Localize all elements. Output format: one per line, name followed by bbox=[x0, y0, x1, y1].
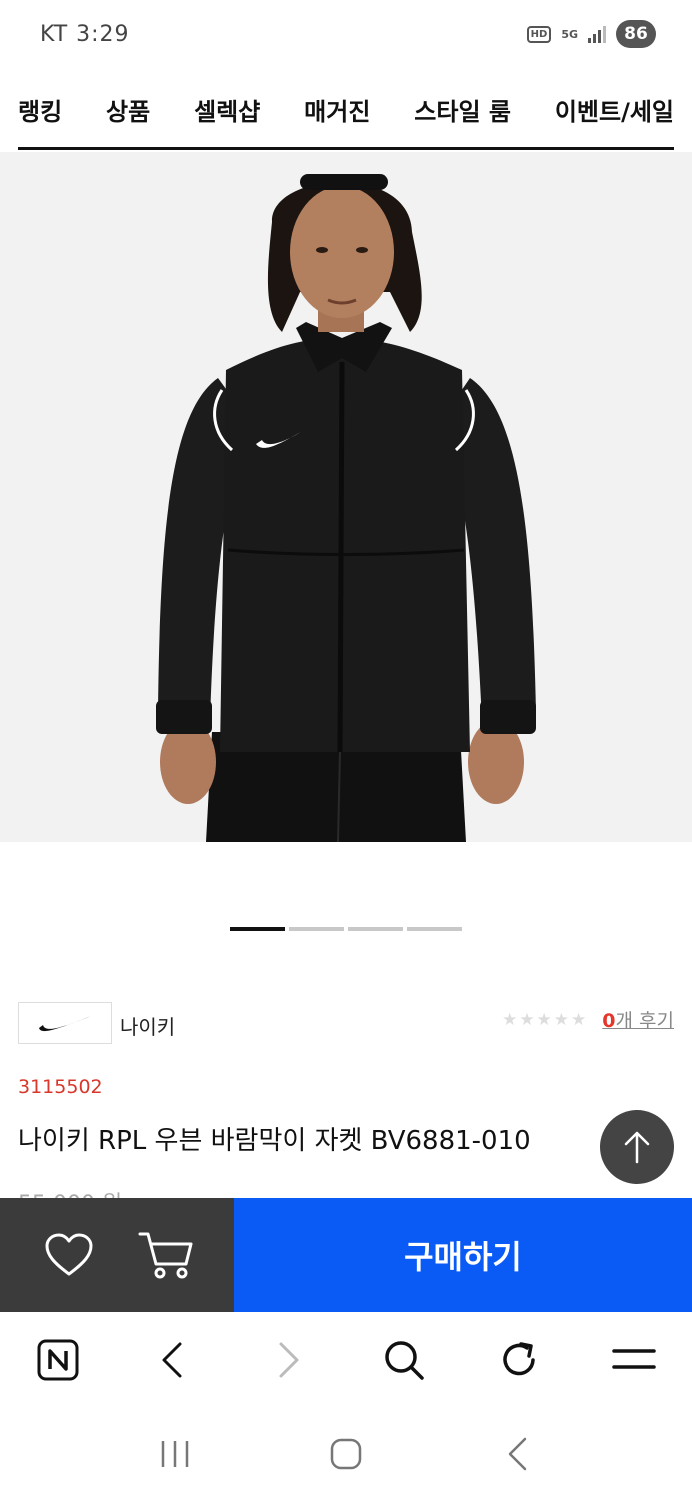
image-pager bbox=[230, 927, 462, 931]
nav-ranking[interactable]: 랭킹 bbox=[18, 92, 62, 127]
pager-dot-2[interactable] bbox=[289, 927, 344, 931]
recent-apps-icon bbox=[162, 1441, 189, 1467]
review-link[interactable]: 0개 후기 bbox=[602, 1006, 674, 1033]
home-icon bbox=[330, 1438, 362, 1470]
menu-icon bbox=[612, 1349, 656, 1369]
scroll-top-button[interactable] bbox=[600, 1110, 674, 1184]
purchase-bar: 구매하기 bbox=[0, 1198, 692, 1312]
system-back-button[interactable] bbox=[497, 1434, 537, 1474]
pager-dot-1[interactable] bbox=[230, 927, 285, 931]
signal-icon bbox=[588, 25, 606, 43]
recent-apps-button[interactable] bbox=[155, 1434, 195, 1474]
review-suffix: 개 후기 bbox=[615, 1010, 674, 1032]
5g-icon: 5G bbox=[561, 27, 578, 41]
status-icons: HD 5G 86 bbox=[526, 20, 656, 48]
status-time: KT 3:29 bbox=[40, 22, 130, 47]
brand-row: 나이키 ★★★★★ 0개 후기 bbox=[18, 1002, 674, 1044]
menu-button[interactable] bbox=[612, 1338, 656, 1382]
cart-icon bbox=[138, 1232, 192, 1279]
hd-icon: HD bbox=[526, 25, 552, 43]
brand-name[interactable]: 나이키 bbox=[120, 1011, 175, 1040]
search-button[interactable] bbox=[382, 1338, 426, 1382]
system-navigation bbox=[0, 1408, 692, 1500]
cart-button[interactable] bbox=[136, 1225, 196, 1285]
arrow-up-icon bbox=[624, 1131, 650, 1164]
buy-button[interactable]: 구매하기 bbox=[234, 1198, 692, 1312]
nav-style-room[interactable]: 스타일 룸 bbox=[414, 92, 511, 127]
pager-dot-3[interactable] bbox=[348, 927, 403, 931]
category-nav: 랭킹 상품 셀렉샵 매거진 스타일 룸 이벤트/세일 bbox=[18, 80, 674, 150]
naver-home-button[interactable] bbox=[36, 1338, 80, 1382]
forward-icon bbox=[279, 1342, 299, 1378]
product-code: 3115502 bbox=[18, 1076, 103, 1098]
product-title: 나이키 RPL 우븐 바람막이 자켓 BV6881-010 bbox=[18, 1126, 531, 1156]
purchase-actions bbox=[0, 1198, 234, 1312]
star-rating: ★★★★★ bbox=[502, 1009, 589, 1030]
search-icon bbox=[384, 1341, 424, 1380]
nav-event-sale[interactable]: 이벤트/세일 bbox=[555, 92, 674, 127]
nav-magazine[interactable]: 매거진 bbox=[304, 92, 370, 127]
refresh-button[interactable] bbox=[497, 1338, 541, 1382]
back-icon bbox=[162, 1342, 182, 1378]
back-button[interactable] bbox=[151, 1338, 195, 1382]
product-image[interactable] bbox=[0, 152, 692, 842]
heart-icon bbox=[45, 1233, 92, 1276]
rating-row: ★★★★★ 0개 후기 bbox=[502, 1006, 674, 1033]
battery-icon: 86 bbox=[616, 20, 656, 48]
nav-select-shop[interactable]: 셀렉샵 bbox=[194, 92, 260, 127]
pager-dot-4[interactable] bbox=[407, 927, 462, 931]
nav-products[interactable]: 상품 bbox=[106, 92, 150, 127]
forward-button[interactable] bbox=[266, 1338, 310, 1382]
status-bar: KT 3:29 HD 5G 86 bbox=[0, 0, 692, 72]
browser-toolbar bbox=[0, 1312, 692, 1408]
back-icon bbox=[508, 1437, 526, 1471]
naver-home-icon bbox=[37, 1339, 79, 1381]
review-count: 0 bbox=[602, 1010, 616, 1032]
brand-logo[interactable] bbox=[18, 1002, 112, 1044]
home-button[interactable] bbox=[326, 1434, 366, 1474]
wishlist-button[interactable] bbox=[39, 1225, 99, 1285]
nike-swoosh-icon bbox=[39, 1016, 91, 1032]
model-jacket-illustration bbox=[0, 152, 692, 842]
refresh-icon bbox=[503, 1342, 535, 1376]
